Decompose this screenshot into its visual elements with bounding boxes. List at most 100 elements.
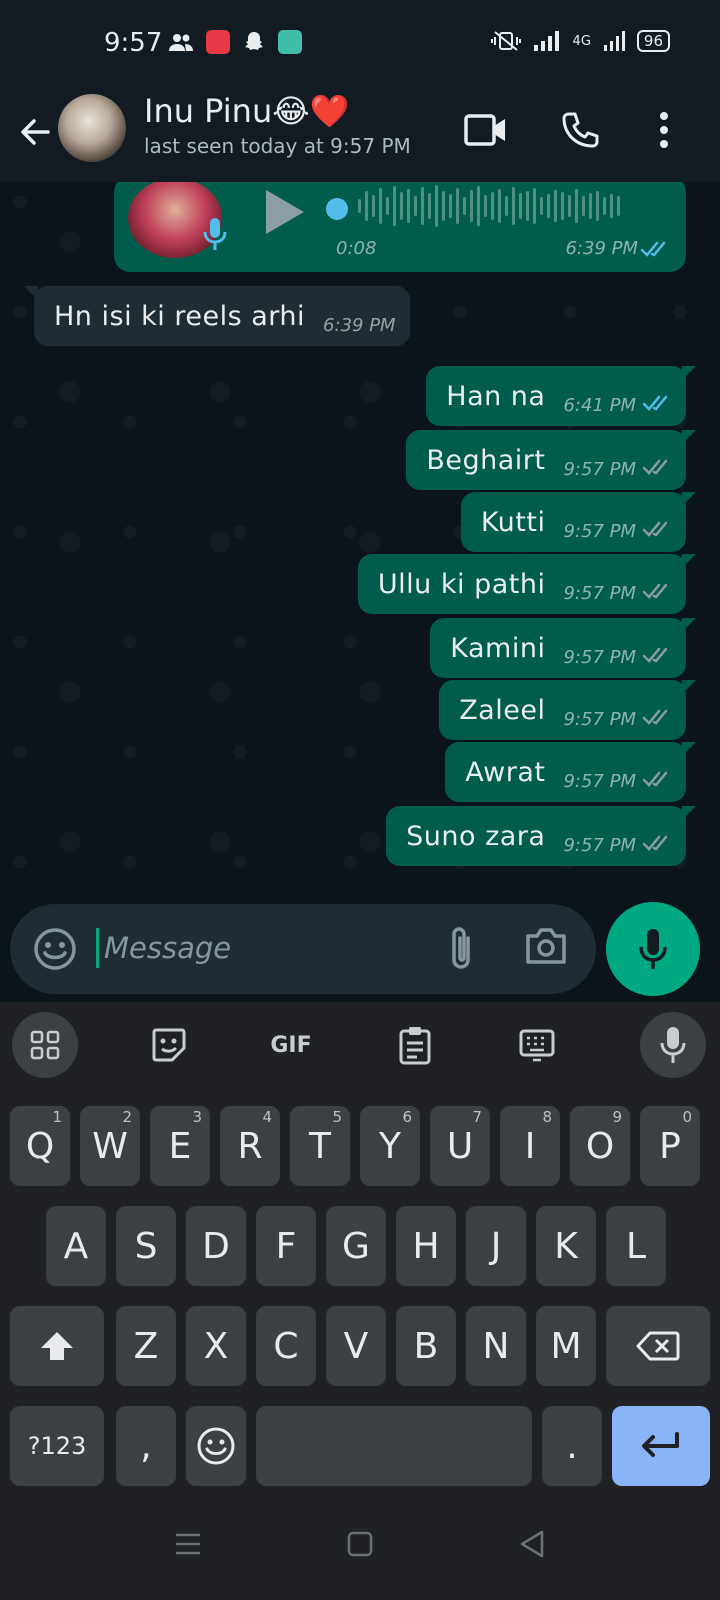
comma-key[interactable]: , <box>116 1406 176 1486</box>
emoji-key[interactable] <box>186 1406 246 1486</box>
period-key[interactable]: . <box>542 1406 602 1486</box>
key-a[interactable]: A <box>46 1206 106 1286</box>
outgoing-message[interactable]: Kutti 9:57 PM <box>460 492 697 552</box>
outgoing-message[interactable]: Zaleel 9:57 PM <box>439 680 696 740</box>
waveform-bar <box>393 186 396 226</box>
voice-record-button[interactable] <box>606 902 700 996</box>
key-hint: 7 <box>472 1108 482 1126</box>
voice-typing-button[interactable] <box>640 1012 706 1078</box>
key-c[interactable]: C <box>256 1306 316 1386</box>
gif-button[interactable]: GIF <box>258 1012 324 1078</box>
waveform-bar <box>372 195 375 217</box>
key-d[interactable]: D <box>186 1206 246 1286</box>
enter-key[interactable] <box>612 1406 710 1486</box>
backspace-icon <box>636 1331 680 1361</box>
key-k[interactable]: K <box>536 1206 596 1286</box>
emoji-icon <box>34 928 76 970</box>
back-button[interactable] <box>14 110 58 154</box>
key-p[interactable]: P0 <box>640 1106 700 1186</box>
square-icon <box>347 1531 373 1557</box>
key-o[interactable]: O9 <box>570 1106 630 1186</box>
key-e[interactable]: E3 <box>150 1106 210 1186</box>
key-x[interactable]: X <box>186 1306 246 1386</box>
message-input[interactable] <box>104 926 424 970</box>
key-s[interactable]: S <box>116 1206 176 1286</box>
key-b[interactable]: B <box>396 1306 456 1386</box>
clipboard-button[interactable] <box>382 1012 448 1078</box>
message-text: Ullu ki pathi <box>377 568 546 600</box>
key-label: , <box>140 1425 152 1467</box>
key-q[interactable]: Q1 <box>10 1106 70 1186</box>
more-options-button[interactable] <box>636 102 692 158</box>
delivered-ticks-icon <box>642 709 668 725</box>
backspace-key[interactable] <box>606 1306 710 1386</box>
contact-avatar[interactable] <box>58 94 126 162</box>
message-text: Beghairt <box>426 444 546 476</box>
voice-call-button[interactable] <box>552 102 608 158</box>
outgoing-message[interactable]: Han na 6:41 PM <box>426 366 696 426</box>
key-n[interactable]: N <box>466 1306 526 1386</box>
outgoing-message[interactable]: Awrat 9:57 PM <box>445 742 696 802</box>
key-label: J <box>490 1225 502 1267</box>
apps-button[interactable] <box>12 1012 78 1078</box>
outgoing-message[interactable]: Beghairt 9:57 PM <box>406 430 696 490</box>
back-nav-button[interactable] <box>506 1518 558 1570</box>
clipboard-icon <box>399 1027 431 1065</box>
recent-apps-button[interactable] <box>162 1518 214 1570</box>
key-g[interactable]: G <box>326 1206 386 1286</box>
signal-icon <box>533 31 559 51</box>
key-f[interactable]: F <box>256 1206 316 1286</box>
key-u[interactable]: U7 <box>430 1106 490 1186</box>
waveform-bar <box>610 194 613 218</box>
audio-waveform[interactable] <box>358 182 668 230</box>
symbols-key[interactable]: ?123 <box>10 1406 104 1486</box>
key-hint: 3 <box>192 1108 202 1126</box>
attach-button[interactable] <box>446 924 494 974</box>
key-label: . <box>566 1425 578 1467</box>
incoming-message[interactable]: Hn isi ki reels arhi 6:39 PM <box>24 286 410 346</box>
status-time: 9:57 <box>104 28 163 58</box>
contact-name[interactable]: Inu Pinu😂❤️ <box>144 92 349 130</box>
key-w[interactable]: W2 <box>80 1106 140 1186</box>
emoji-button[interactable] <box>32 926 78 972</box>
shift-key[interactable] <box>10 1306 104 1386</box>
playback-slider-thumb[interactable] <box>326 198 348 220</box>
key-z[interactable]: Z <box>116 1306 176 1386</box>
key-t[interactable]: T5 <box>290 1106 350 1186</box>
waveform-bar <box>407 189 410 223</box>
space-key[interactable] <box>256 1406 532 1486</box>
outgoing-message[interactable]: Ullu ki pathi 9:57 PM <box>357 554 697 614</box>
screen-record-icon <box>206 30 230 54</box>
waveform-bar <box>498 189 501 223</box>
voice-message-bubble[interactable]: 0:08 6:39 PM <box>114 182 686 272</box>
message-text: Kutti <box>480 506 546 538</box>
play-button[interactable] <box>262 188 306 240</box>
key-m[interactable]: M <box>536 1306 596 1386</box>
camera-button[interactable] <box>524 926 572 972</box>
message-text: Kamini <box>450 632 546 664</box>
key-label: Y <box>379 1125 401 1167</box>
waveform-bar <box>561 192 564 220</box>
last-seen-status[interactable]: last seen today at 9:57 PM <box>144 134 411 158</box>
key-i[interactable]: I8 <box>500 1106 560 1186</box>
key-h[interactable]: H <box>396 1206 456 1286</box>
sticker-button[interactable] <box>136 1012 202 1078</box>
key-j[interactable]: J <box>466 1206 526 1286</box>
key-r[interactable]: R4 <box>220 1106 280 1186</box>
waveform-bar <box>421 187 424 225</box>
chat-area[interactable]: 0:08 6:39 PM Hn isi ki reels arhi 6:39 PM… <box>0 182 720 902</box>
keyboard-settings-button[interactable] <box>504 1012 570 1078</box>
waveform-bar <box>603 197 606 215</box>
key-label: X <box>203 1325 229 1367</box>
home-button[interactable] <box>334 1518 386 1570</box>
outgoing-message[interactable]: Suno zara 9:57 PM <box>386 806 696 866</box>
key-label: P <box>659 1125 681 1167</box>
key-v[interactable]: V <box>326 1306 386 1386</box>
outgoing-message[interactable]: Kamini 9:57 PM <box>430 618 696 678</box>
emoji-icon <box>197 1427 235 1465</box>
message-field-container[interactable] <box>10 904 596 994</box>
video-call-button[interactable] <box>458 102 514 158</box>
key-y[interactable]: Y6 <box>360 1106 420 1186</box>
waveform-bar <box>554 190 557 222</box>
key-l[interactable]: L <box>606 1206 666 1286</box>
